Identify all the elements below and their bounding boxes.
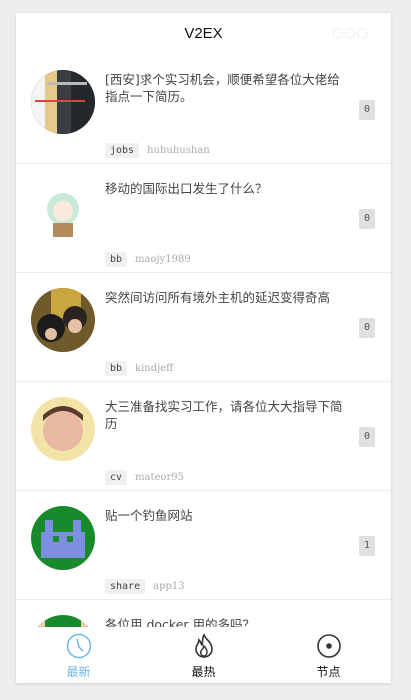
topic-list: [西安]求个实习机会，顺便希望各位大佬给指点一下简历。 jobs huhuhusha…	[16, 55, 391, 627]
username[interactable]: huhuhushan	[147, 145, 210, 156]
target-icon	[316, 634, 341, 658]
username[interactable]: kindjeff	[135, 363, 173, 374]
tab-bar: 最新 最热 节点	[16, 627, 391, 683]
topic-meta: bb maojy1989	[105, 252, 191, 267]
node-tag[interactable]: bb	[105, 361, 128, 376]
topic-title[interactable]: 突然间访问所有境外主机的延迟变得奇高	[105, 289, 345, 306]
node-tag[interactable]: jobs	[105, 143, 140, 158]
topic-title[interactable]: 大三准备找实习工作，请各位大大指导下简历	[105, 398, 345, 432]
avatar[interactable]	[31, 70, 95, 134]
header: V2EX ◯◯◯	[16, 13, 391, 55]
username[interactable]: app13	[153, 581, 185, 592]
page-title: V2EX	[184, 25, 223, 42]
avatar[interactable]	[31, 397, 95, 461]
topic-item[interactable]: 各位用 docker 用的多吗？	[16, 600, 391, 627]
avatar[interactable]	[31, 615, 95, 627]
flame-icon	[194, 633, 213, 658]
avatar[interactable]	[31, 179, 95, 243]
topic-title[interactable]: 贴一个钓鱼网站	[105, 507, 345, 524]
topic-item[interactable]: 贴一个钓鱼网站 share app13 1	[16, 491, 391, 600]
topic-meta: cv mateor95	[105, 470, 184, 485]
avatar[interactable]	[31, 506, 95, 570]
clock-icon	[66, 633, 91, 659]
avatar[interactable]	[31, 288, 95, 352]
node-tag[interactable]: share	[105, 579, 146, 594]
reply-count-badge: 1	[359, 536, 375, 556]
topic-item[interactable]: 突然间访问所有境外主机的延迟变得奇高 bb kindjeff 0	[16, 273, 391, 382]
reply-count-badge: 0	[359, 209, 375, 229]
tab-latest[interactable]: 最新	[16, 627, 141, 683]
topic-item[interactable]: 移动的国际出口发生了什么？ bb maojy1989 0	[16, 164, 391, 273]
topic-title[interactable]: [西安]求个实习机会，顺便希望各位大佬给指点一下简历。	[105, 71, 345, 105]
topic-meta: bb kindjeff	[105, 361, 173, 376]
username[interactable]: maojy1989	[135, 254, 191, 265]
tab-hot[interactable]: 最热	[141, 627, 266, 683]
app-card: V2EX ◯◯◯ [西安]求个实习机会，顺便希望各位大佬给指点一下简历。 jobs…	[16, 13, 391, 683]
topic-meta: jobs huhuhushan	[105, 143, 210, 158]
reply-count-badge: 0	[359, 318, 375, 338]
topic-meta: share app13	[105, 579, 185, 594]
topic-item[interactable]: 大三准备找实习工作，请各位大大指导下简历 cv mateor95 0	[16, 382, 391, 491]
tab-nodes[interactable]: 节点	[266, 627, 391, 683]
reply-count-badge: 0	[359, 427, 375, 447]
topic-title[interactable]: 各位用 docker 用的多吗？	[105, 616, 345, 627]
topic-title[interactable]: 移动的国际出口发生了什么？	[105, 180, 345, 197]
reply-count-badge: 0	[359, 100, 375, 120]
username[interactable]: mateor95	[135, 472, 184, 483]
node-tag[interactable]: cv	[105, 470, 128, 485]
topic-item[interactable]: [西安]求个实习机会，顺便希望各位大佬给指点一下简历。 jobs huhuhusha…	[16, 55, 391, 164]
more-dots-icon[interactable]: ◯◯◯	[332, 13, 369, 55]
node-tag[interactable]: bb	[105, 252, 128, 267]
